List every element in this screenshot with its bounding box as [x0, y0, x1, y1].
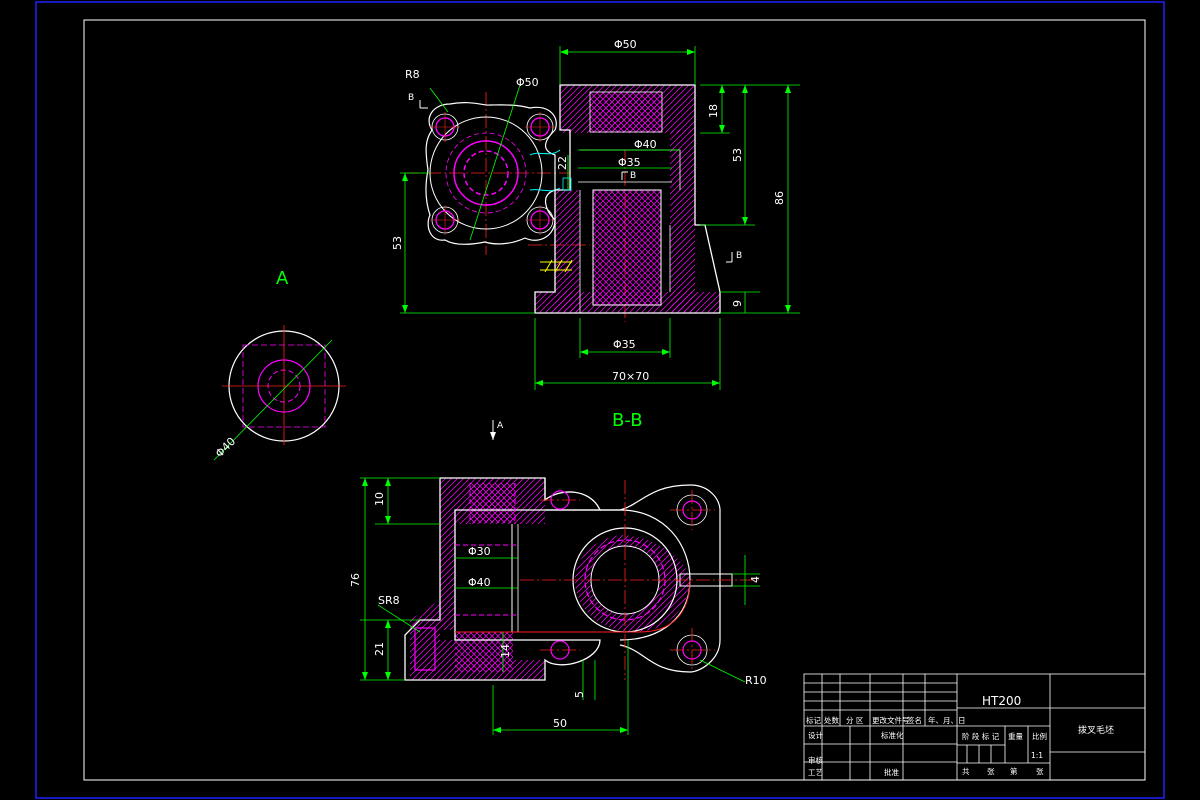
dim-h86: 86	[773, 191, 786, 205]
tb-review-process: 工艺	[808, 768, 823, 777]
tb-sheet-unit-1: 张	[987, 767, 995, 776]
dim-phi40-bottom: Φ40	[468, 576, 491, 589]
tb-scale: 1:1	[1031, 751, 1043, 760]
dim-h14: 14	[499, 644, 512, 658]
section-arrow-a: A	[497, 421, 504, 431]
section-arrow-b-right: B	[736, 251, 742, 261]
tb-part-name: 拨叉毛坯	[1078, 724, 1114, 736]
tb-review-approve: 批准	[884, 767, 899, 777]
dim-h76: 76	[349, 573, 362, 587]
tb-rev-h2: 分 区	[846, 716, 864, 725]
dim-h10: 10	[373, 492, 386, 506]
bottom-dimension-lines	[360, 477, 760, 735]
tb-rev-h0: 标记	[806, 715, 821, 725]
section-arrow-b-top: B	[408, 93, 414, 103]
dim-r8: R8	[405, 68, 420, 81]
dim-h22: 22	[556, 156, 569, 170]
dim-w50: 50	[553, 717, 567, 730]
dim-r10: R10	[745, 674, 767, 687]
tb-sheet-total: 共	[962, 767, 970, 776]
tb-sheet-unit-2: 张	[1036, 767, 1044, 776]
view-label-a: A	[276, 268, 289, 289]
cad-drawing-canvas: R8 Φ50 Φ50 18 53 86 Φ40 Φ35 22 53 9 Φ35 …	[35, 1, 1165, 799]
tb-rev-h5: 年、月、日	[928, 715, 966, 725]
view-label-bb: B-B	[612, 410, 643, 431]
dim-phi40-inner: Φ40	[634, 138, 657, 151]
tb-material: HT200	[982, 694, 1021, 708]
dim-h53-left: 53	[391, 236, 404, 250]
dim-phi40-view-a: Φ40	[213, 435, 238, 460]
dim-h18: 18	[707, 104, 720, 118]
tb-weight-header: 重量	[1008, 732, 1023, 741]
dim-phi35-bottom: Φ35	[613, 338, 636, 351]
dim-w5: 5	[573, 691, 586, 698]
dim-h21: 21	[373, 642, 386, 656]
dim-h53-right: 53	[731, 148, 744, 162]
section-bb	[534, 84, 721, 314]
dim-sr8: SR8	[378, 594, 400, 607]
dim-h9: 9	[731, 300, 744, 307]
view-a	[213, 325, 346, 461]
tb-rev-h1: 处数	[824, 715, 839, 725]
tb-review-check: 审核	[808, 755, 823, 765]
dim-phi30: Φ30	[468, 545, 491, 558]
tb-rev-h4: 签名	[907, 715, 922, 725]
dim-phi35-inner: Φ35	[618, 156, 641, 169]
dim-base-70x70: 70×70	[612, 370, 649, 383]
tb-scale-header: 比例	[1032, 731, 1047, 741]
tb-rev-h3: 更改文件号	[872, 715, 910, 725]
tb-stage-header: 阶 段 标 记	[962, 731, 1000, 741]
dim-phi50-top: Φ50	[614, 38, 637, 51]
dim-gap4: 4	[749, 576, 762, 583]
tb-sign-standard: 标准化	[881, 730, 904, 740]
section-arrow-b-mid: B	[630, 171, 636, 181]
tb-sheet-no: 第	[1010, 766, 1018, 776]
dim-phi50-diagonal: Φ50	[516, 76, 539, 89]
bottom-view	[404, 477, 760, 681]
tb-sign-design: 设计	[808, 730, 823, 740]
